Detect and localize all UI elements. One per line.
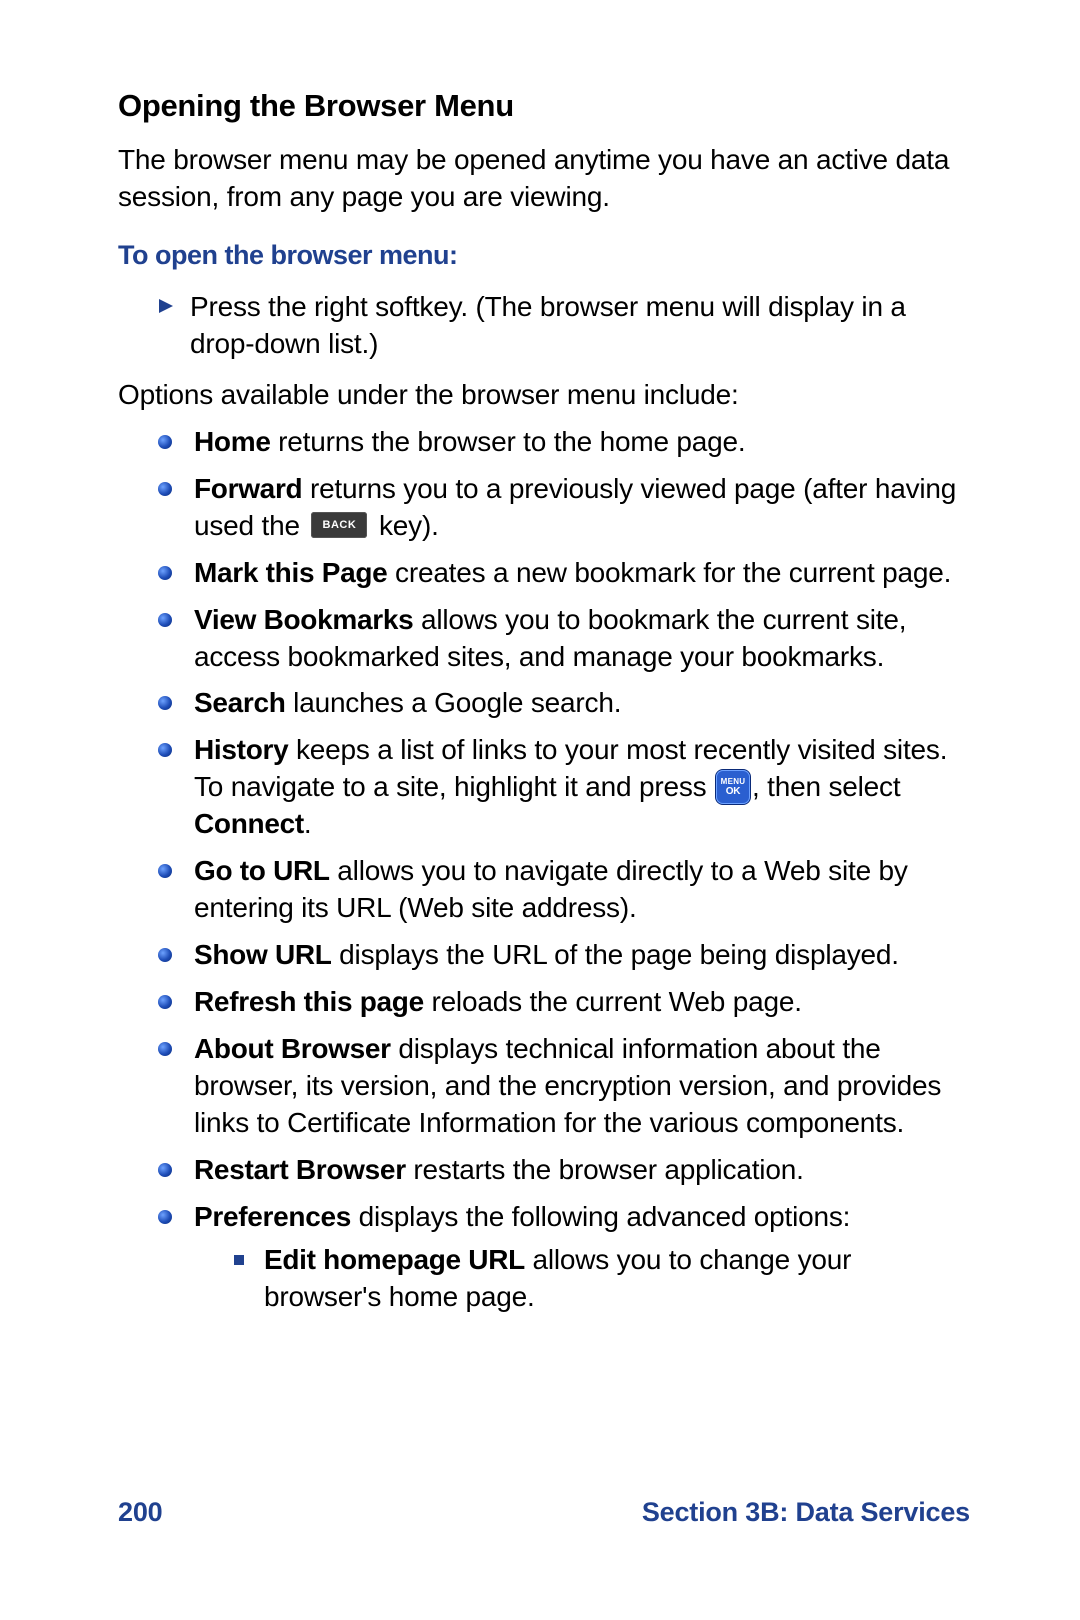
list-item: View Bookmarks allows you to bookmark th…	[158, 602, 970, 676]
section-heading: Opening the Browser Menu	[118, 88, 970, 124]
option-term: Restart Browser	[194, 1154, 406, 1185]
list-item: Mark this Page creates a new bookmark fo…	[158, 555, 970, 592]
step-item: Press the right softkey. (The browser me…	[118, 289, 970, 363]
list-item: Restart Browser restarts the browser app…	[158, 1152, 970, 1189]
page-footer: 200 Section 3B: Data Services	[118, 1497, 970, 1528]
option-term: Home	[194, 426, 271, 457]
option-desc: returns you to a previously viewed page …	[194, 473, 956, 541]
option-desc: reloads the current Web page.	[424, 986, 802, 1017]
menu-ok-key-icon: MENUOK	[716, 770, 750, 804]
option-desc: displays the URL of the page being displ…	[332, 939, 899, 970]
list-item: Search launches a Google search.	[158, 685, 970, 722]
option-term: Mark this Page	[194, 557, 387, 588]
option-term: Preferences	[194, 1201, 351, 1232]
option-term: About Browser	[194, 1033, 391, 1064]
options-lead: Options available under the browser menu…	[118, 377, 970, 414]
inline-bold: Connect	[194, 808, 304, 839]
option-term: History	[194, 734, 288, 765]
step-text: Press the right softkey. (The browser me…	[190, 289, 970, 363]
option-term: Search	[194, 687, 286, 718]
option-term: Show URL	[194, 939, 332, 970]
list-item: Home returns the browser to the home pag…	[158, 424, 970, 461]
option-desc: creates a new bookmark for the current p…	[387, 557, 951, 588]
section-label: Section 3B: Data Services	[642, 1497, 970, 1528]
list-item: Show URL displays the URL of the page be…	[158, 937, 970, 974]
triangle-bullet-icon	[158, 298, 174, 314]
option-desc: launches a Google search.	[286, 687, 622, 718]
procedure-subhead: To open the browser menu:	[118, 240, 970, 271]
options-list: Home returns the browser to the home pag…	[118, 424, 970, 1316]
option-term: Forward	[194, 473, 302, 504]
intro-paragraph: The browser menu may be opened anytime y…	[118, 142, 970, 216]
list-item: Refresh this page reloads the current We…	[158, 984, 970, 1021]
option-term: Go to URL	[194, 855, 330, 886]
list-item: Go to URL allows you to navigate directl…	[158, 853, 970, 927]
list-item: Forward returns you to a previously view…	[158, 471, 970, 545]
option-term: Edit homepage URL	[264, 1244, 525, 1275]
page-number: 200	[118, 1497, 162, 1528]
option-desc: displays the following advanced options:	[351, 1201, 850, 1232]
option-term: Refresh this page	[194, 986, 424, 1017]
option-desc: .	[304, 808, 312, 839]
option-desc: , then select	[752, 771, 900, 802]
option-desc: key).	[371, 510, 438, 541]
list-item: Preferences displays the following advan…	[158, 1199, 970, 1316]
list-item: Edit homepage URL allows you to change y…	[234, 1242, 970, 1316]
key-label: MENU	[721, 778, 746, 786]
manual-page: Opening the Browser Menu The browser men…	[0, 0, 1080, 1316]
list-item: About Browser displays technical informa…	[158, 1031, 970, 1142]
option-desc: restarts the browser application.	[406, 1154, 804, 1185]
option-term: View Bookmarks	[194, 604, 413, 635]
sub-options-list: Edit homepage URL allows you to change y…	[194, 1242, 970, 1316]
key-label: OK	[726, 787, 741, 797]
option-desc: returns the browser to the home page.	[271, 426, 746, 457]
list-item: History keeps a list of links to your mo…	[158, 732, 970, 843]
back-key-icon	[311, 512, 367, 538]
